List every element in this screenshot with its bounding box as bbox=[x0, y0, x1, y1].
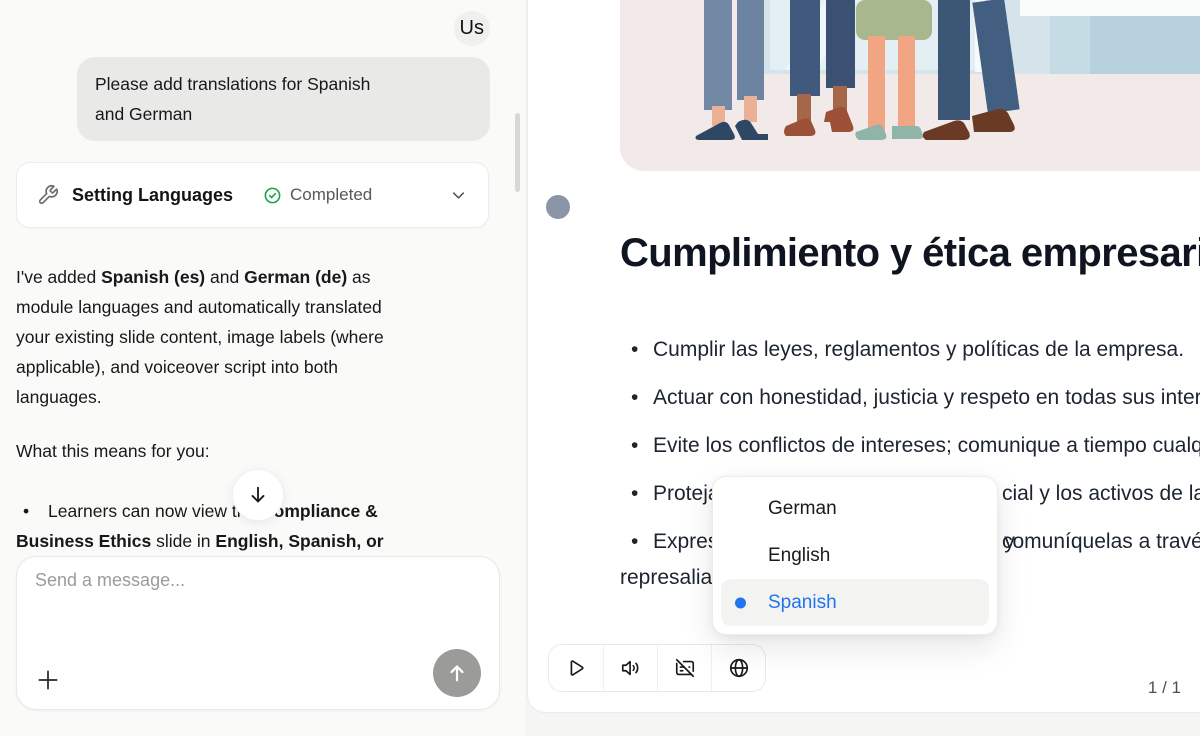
playback-toolbar bbox=[548, 644, 766, 692]
language-globe-button[interactable] bbox=[711, 645, 765, 691]
message-input[interactable]: Send a message... bbox=[35, 570, 185, 591]
tool-status-card[interactable]: Setting Languages Completed bbox=[16, 162, 489, 228]
page-indicator: 1 / 1 bbox=[1148, 678, 1181, 698]
bullet-marker: • bbox=[620, 338, 653, 362]
captions-off-icon bbox=[674, 657, 696, 679]
check-circle-icon bbox=[263, 186, 282, 205]
scroll-down-button[interactable] bbox=[232, 469, 284, 521]
bullet-marker: • bbox=[620, 386, 653, 410]
chat-panel: Us Please add translations for Spanish a… bbox=[0, 0, 526, 736]
dropdown-item-english[interactable]: English bbox=[721, 532, 989, 579]
dropdown-item-spanish[interactable]: Spanish bbox=[721, 579, 989, 626]
send-button[interactable] bbox=[433, 649, 481, 697]
language-dropdown: German English Spanish bbox=[712, 476, 998, 635]
user-avatar: Us bbox=[454, 11, 490, 46]
play-button[interactable] bbox=[549, 645, 603, 691]
slide-bullet: •Evite los conflictos de intereses; comu… bbox=[620, 434, 1200, 458]
bullet-marker: • bbox=[620, 482, 653, 506]
scrollbar-thumb[interactable] bbox=[515, 113, 520, 192]
globe-icon bbox=[728, 657, 750, 679]
drag-handle-dot[interactable] bbox=[546, 195, 570, 219]
user-message-line: and German bbox=[95, 99, 472, 129]
bullet-marker: • bbox=[620, 434, 653, 458]
slide-bullet: •Actuar con honestidad, justicia y respe… bbox=[620, 386, 1200, 410]
captions-button[interactable] bbox=[657, 645, 711, 691]
bullet-marker: • bbox=[620, 530, 653, 554]
arrow-down-icon bbox=[247, 484, 269, 506]
slide-bullet-continuation: comuníquelas a través de los canales y s… bbox=[1002, 530, 1200, 554]
user-message-line: Please add translations for Spanish bbox=[95, 69, 472, 99]
speaker-icon bbox=[620, 657, 642, 679]
wrench-icon bbox=[37, 184, 59, 206]
message-composer[interactable]: Send a message... bbox=[16, 556, 500, 710]
slide-preview-panel: Cumplimiento y ética empresarial •Cumpli… bbox=[525, 0, 1200, 736]
dropdown-item-german[interactable]: German bbox=[721, 485, 989, 532]
tool-card-status: Completed bbox=[290, 185, 372, 205]
slide-bullet: •Cumplir las leyes, reglamentos y políti… bbox=[620, 338, 1184, 362]
arrow-up-icon bbox=[446, 662, 468, 684]
play-icon bbox=[565, 657, 587, 679]
app-window: Us Please add translations for Spanish a… bbox=[0, 0, 1200, 736]
chevron-down-icon[interactable] bbox=[449, 186, 468, 205]
plus-icon bbox=[35, 667, 61, 693]
audio-button[interactable] bbox=[603, 645, 657, 691]
tool-card-title: Setting Languages bbox=[72, 185, 233, 206]
attach-button[interactable] bbox=[33, 665, 63, 695]
slide-bullet-continuation: cial y los activos de la empresa. bbox=[1002, 482, 1200, 506]
user-message-bubble: Please add translations for Spanish and … bbox=[77, 57, 490, 141]
selected-dot-icon bbox=[735, 597, 746, 608]
slide-title: Cumplimiento y ética empresarial bbox=[620, 229, 1200, 277]
slide-illustration bbox=[620, 0, 1200, 171]
